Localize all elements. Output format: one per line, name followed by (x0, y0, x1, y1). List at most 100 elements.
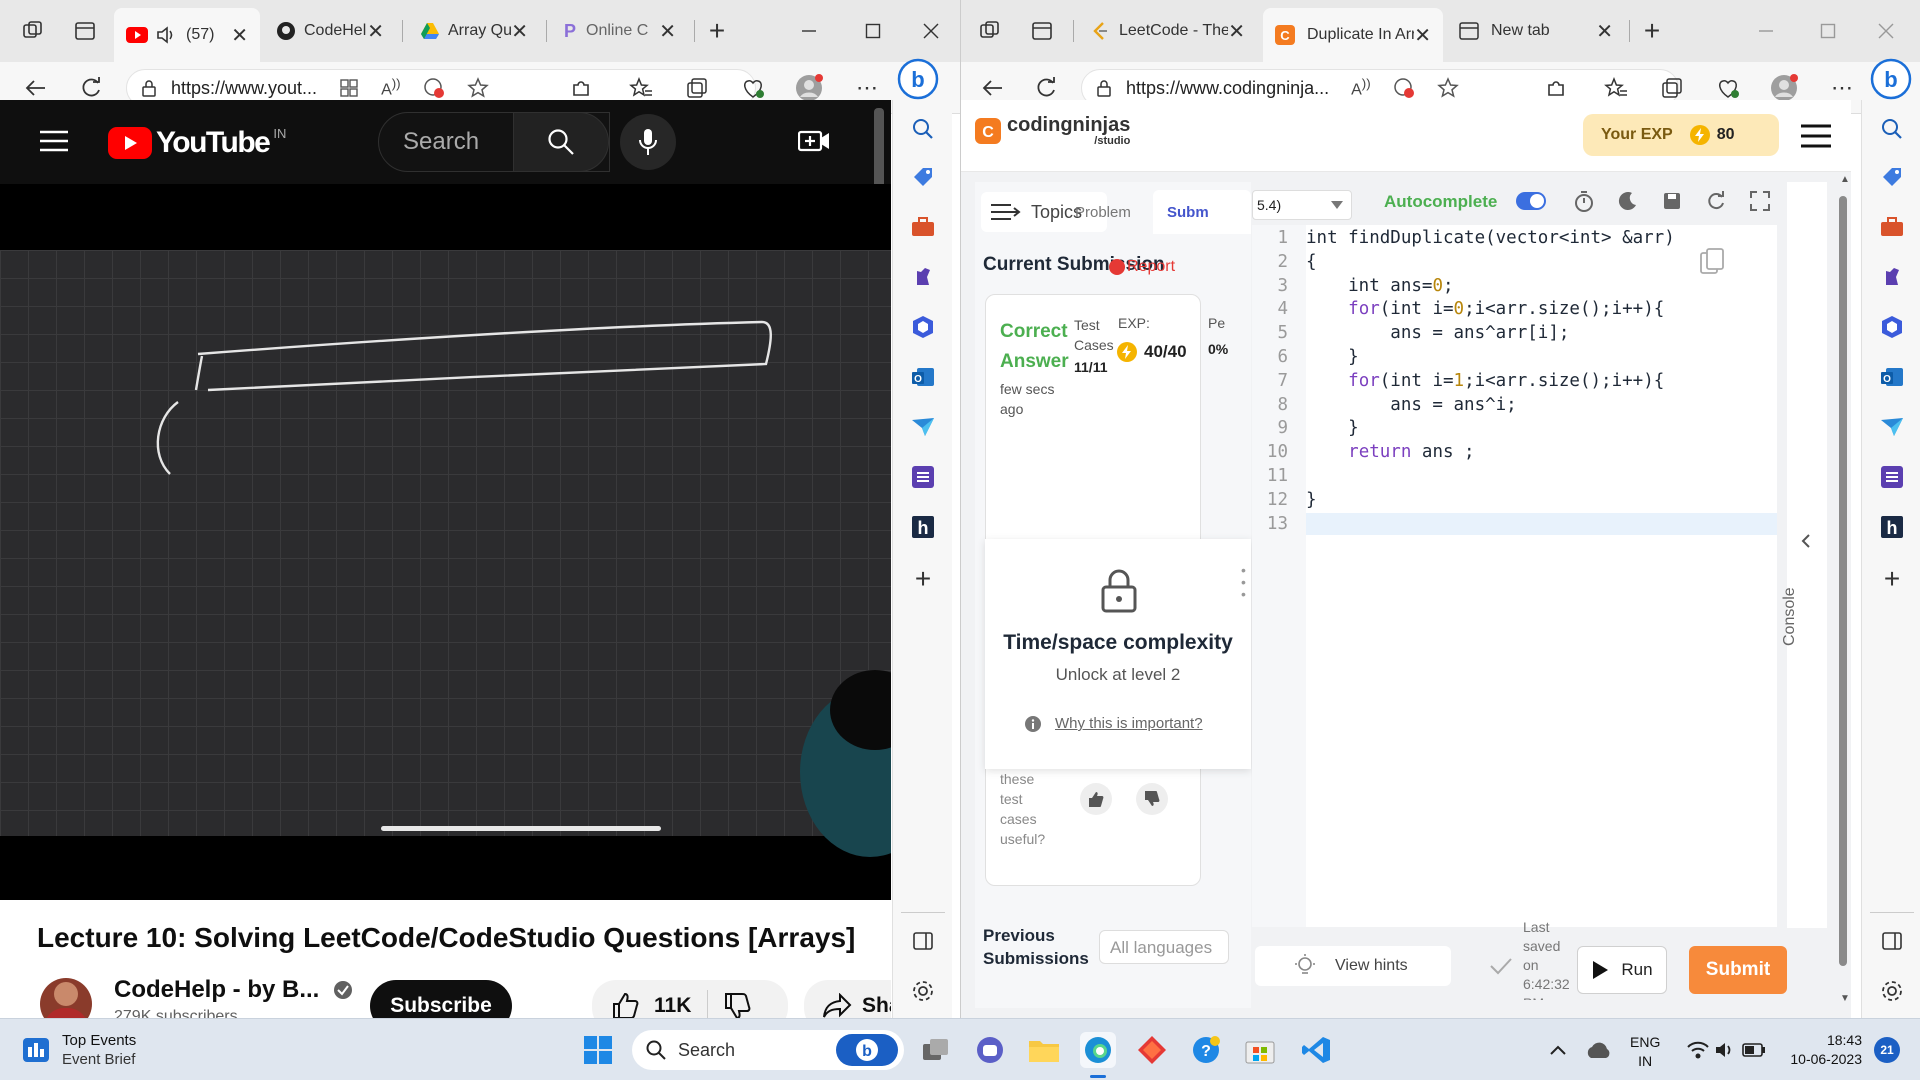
why-important-link[interactable]: Why this is important? (1025, 715, 1203, 732)
url-text[interactable]: https://www.codingninja... (1126, 78, 1329, 99)
code-line[interactable]: } (1306, 346, 1359, 370)
minimize-button[interactable] (794, 16, 824, 46)
tab-actions-icon[interactable] (1027, 16, 1057, 46)
search-icon[interactable] (908, 114, 938, 144)
code-line[interactable]: } (1306, 489, 1317, 513)
create-video-icon[interactable] (798, 128, 830, 154)
hide-sidebar-icon[interactable] (908, 926, 938, 956)
microsoft365-icon[interactable] (908, 312, 938, 342)
notification-badge[interactable]: 21 (1874, 1037, 1900, 1063)
channel-name[interactable]: CodeHelp - by B... (114, 976, 319, 1004)
exp-pill[interactable]: Your EXP 80 (1583, 114, 1779, 156)
tab-leetcode[interactable]: LeetCode - The W ✕ (1079, 10, 1257, 52)
bing-copilot-icon[interactable]: b (897, 58, 939, 100)
extensions-icon[interactable] (1541, 73, 1571, 103)
tab-online-compiler[interactable]: P Online C ✕ (552, 10, 688, 52)
view-hints-button[interactable]: View hints (1255, 946, 1451, 986)
video-player[interactable] (0, 184, 891, 900)
drop-send-icon[interactable] (908, 412, 938, 442)
language-filter[interactable]: All languages (1099, 930, 1229, 964)
copy-code-icon[interactable] (1699, 247, 1725, 275)
tab-problem[interactable]: Problem (1075, 204, 1131, 221)
code-line[interactable]: for(int i=0;i<arr.size();i++){ (1306, 298, 1664, 322)
weather-cloud-icon[interactable] (1580, 1032, 1616, 1068)
file-explorer-icon[interactable] (1026, 1032, 1062, 1068)
bing-copilot-icon[interactable]: b (1870, 58, 1912, 100)
search-icon[interactable] (1877, 114, 1907, 144)
collections-icon[interactable] (682, 73, 712, 103)
show-hidden-icons[interactable] (1540, 1032, 1576, 1068)
microsoft365-icon[interactable] (1877, 312, 1907, 342)
microsoft-store-icon[interactable] (1242, 1032, 1278, 1068)
close-icon[interactable]: ✕ (1228, 19, 1245, 44)
hamburger-menu-icon[interactable] (40, 130, 68, 152)
share-button[interactable]: Sha (804, 980, 891, 1018)
close-icon[interactable]: ✕ (511, 19, 528, 44)
language-select[interactable]: 5.4) (1252, 190, 1352, 220)
edge-taskbar-icon[interactable] (1080, 1032, 1116, 1068)
more-options-icon[interactable]: ⋯ (1827, 73, 1857, 103)
tab-array-questions[interactable]: Array Que ✕ (408, 10, 540, 52)
close-icon[interactable]: ✕ (367, 19, 384, 44)
submit-button[interactable]: Submit (1689, 946, 1787, 994)
close-icon[interactable]: ✕ (659, 19, 676, 44)
tab-youtube[interactable]: (57) ✕ (114, 8, 260, 62)
games-icon[interactable] (908, 262, 938, 292)
code-line[interactable]: ans = ans^arr[i]; (1306, 322, 1569, 346)
workspaces-icon[interactable] (975, 16, 1005, 46)
battery-icon[interactable] (1736, 1032, 1772, 1068)
read-aloud-icon[interactable]: A)) (381, 76, 401, 99)
clock[interactable]: 18:43 10-06-2023 (1778, 1031, 1862, 1069)
office-app-icon[interactable] (1134, 1032, 1170, 1068)
voice-search-button[interactable] (620, 114, 676, 170)
profile-avatar-icon[interactable] (1769, 73, 1799, 103)
close-icon[interactable]: ✕ (1414, 23, 1431, 48)
reset-icon[interactable] (1706, 191, 1726, 211)
dark-mode-icon[interactable] (1618, 191, 1638, 211)
widgets-button[interactable]: Top Events Event Brief (22, 1031, 136, 1069)
tools-icon[interactable] (1877, 212, 1907, 242)
code-line[interactable]: ans = ans^i; (1306, 394, 1516, 418)
new-tab-button[interactable]: + (702, 15, 732, 46)
close-window-button[interactable] (916, 16, 946, 46)
url-text[interactable]: https://www.yout... (171, 78, 317, 99)
code-editor[interactable]: 1 int findDuplicate(vector<int> &arr) 2{3 … (1252, 225, 1777, 927)
taskbar-search[interactable]: Search b (632, 1030, 904, 1070)
page-scrollbar[interactable]: ▲ ▼ (1837, 174, 1850, 1004)
tab-new-tab[interactable]: New tab ✕ (1447, 10, 1625, 52)
new-tab-button[interactable]: + (1637, 15, 1667, 46)
close-icon[interactable]: ✕ (1596, 19, 1613, 44)
task-view-icon[interactable] (918, 1032, 954, 1068)
settings-gear-icon[interactable] (1877, 976, 1907, 1006)
app-available-icon[interactable] (339, 78, 359, 98)
get-help-icon[interactable]: ? (1188, 1032, 1224, 1068)
list-app-icon[interactable] (908, 462, 938, 492)
fullscreen-icon[interactable] (1750, 191, 1770, 211)
h-app-icon[interactable]: h (908, 512, 938, 542)
add-sidebar-app-icon[interactable]: + (908, 563, 938, 594)
language-indicator[interactable]: ENG IN (1630, 1033, 1660, 1071)
back-icon[interactable] (20, 73, 50, 103)
like-icon[interactable] (610, 991, 640, 1018)
code-line[interactable]: } (1306, 417, 1359, 441)
tab-submissions[interactable]: Subm (1153, 190, 1251, 234)
extensions-icon[interactable] (566, 73, 596, 103)
code-line[interactable]: for(int i=1;i<arr.size();i++){ (1306, 370, 1664, 394)
thumbs-down-icon[interactable] (1136, 783, 1168, 815)
back-icon[interactable] (977, 73, 1007, 103)
workspaces-icon[interactable] (18, 16, 48, 46)
youtube-search-button[interactable] (513, 112, 609, 172)
panel-resize-handle[interactable]: • • • (1241, 563, 1246, 601)
code-line[interactable]: int ans=0; (1306, 275, 1453, 299)
read-aloud-icon[interactable]: A)) (1351, 76, 1371, 99)
console-panel[interactable]: Console (1781, 182, 1827, 928)
dislike-icon[interactable] (722, 991, 752, 1018)
youtube-logo[interactable]: YouTube IN (108, 126, 286, 160)
hide-sidebar-icon[interactable] (1877, 926, 1907, 956)
collections-icon[interactable] (1657, 73, 1687, 103)
shopping-tag-icon[interactable] (1877, 162, 1907, 192)
refresh-icon[interactable] (76, 73, 106, 103)
list-app-icon[interactable] (1877, 462, 1907, 492)
save-icon[interactable] (1662, 191, 1682, 211)
channel-avatar[interactable] (40, 978, 92, 1018)
